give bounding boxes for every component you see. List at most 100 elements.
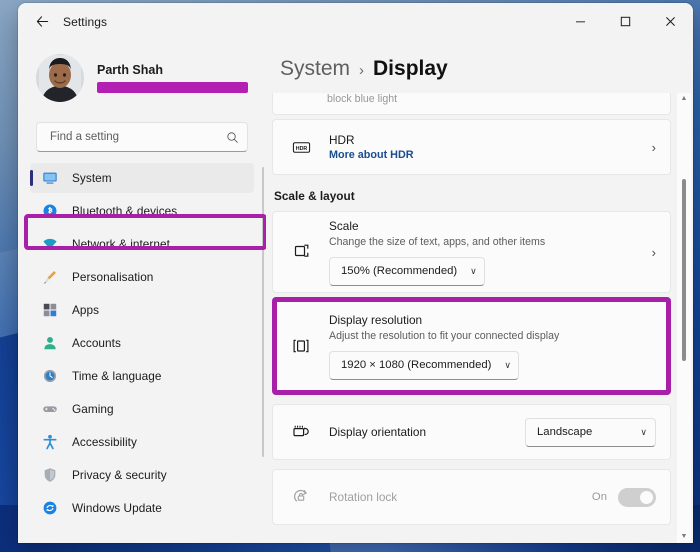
chevron-down-icon: ∨: [640, 426, 647, 437]
title-bar: Settings: [18, 3, 693, 40]
display-resolution-title: Display resolution: [329, 312, 423, 327]
content-scrollbar[interactable]: ▲ ▼: [677, 93, 691, 543]
minimize-icon: [576, 21, 585, 23]
rotation-lock-card: Rotation lock On: [272, 469, 671, 525]
display-resolution-value: 1920 × 1080 (Recommended): [341, 359, 492, 371]
breadcrumb-root[interactable]: System: [280, 57, 350, 81]
chevron-right-icon[interactable]: ›: [652, 140, 656, 155]
scroll-down-arrow-icon[interactable]: ▼: [681, 531, 688, 543]
scrollbar-track[interactable]: [677, 105, 691, 531]
sidebar-item-label: Personalisation: [72, 270, 154, 284]
night-light-card-clipped[interactable]: block blue light: [272, 93, 671, 115]
display-orientation-dropdown[interactable]: Landscape ∨: [525, 417, 656, 447]
sidebar-item-label: Apps: [72, 303, 100, 317]
resolution-icon: [290, 336, 312, 356]
sidebar-item-gaming[interactable]: Gaming: [30, 394, 254, 424]
sidebar-scrollbar[interactable]: [262, 167, 264, 457]
sidebar-item-accounts[interactable]: Accounts: [30, 328, 254, 358]
hdr-link[interactable]: More about HDR: [329, 149, 642, 161]
sidebar-item-system[interactable]: System: [30, 163, 254, 193]
breadcrumb: System › Display: [272, 40, 693, 93]
scroll-up-arrow-icon[interactable]: ▲: [681, 93, 688, 105]
chevron-right-icon: ›: [359, 62, 365, 79]
scale-card[interactable]: Scale Change the size of text, apps, and…: [272, 211, 671, 293]
display-orientation-text: Display orientation: [329, 423, 525, 441]
rotation-lock-state: On: [591, 491, 607, 503]
sidebar-item-windows-update[interactable]: Windows Update: [30, 493, 254, 523]
sidebar-item-privacy-security[interactable]: Privacy & security: [30, 460, 254, 490]
display-resolution-card[interactable]: Display resolution Adjust the resolution…: [272, 297, 671, 395]
display-orientation-card[interactable]: Display orientation Landscape ∨: [272, 404, 671, 460]
search-icon: [227, 131, 238, 143]
profile-text: Parth Shah: [97, 63, 248, 93]
sidebar-item-label: Windows Update: [72, 501, 162, 515]
sidebar-item-accessibility[interactable]: Accessibility: [30, 427, 254, 457]
back-arrow-icon: [36, 16, 48, 27]
display-resolution-row[interactable]: Display resolution Adjust the resolution…: [273, 298, 670, 394]
scale-title: Scale: [329, 218, 359, 233]
profile-email-redaction: [97, 82, 248, 93]
toggle-knob: [640, 490, 653, 504]
sidebar-item-label: Accessibility: [72, 435, 137, 449]
desktop-background: Settings Parth Shah Find a setting Syste…: [0, 0, 700, 552]
shield-icon: [41, 466, 59, 484]
scale-dropdown-value: 150% (Recommended): [341, 265, 458, 277]
clock-icon: [41, 367, 59, 385]
hdr-text: HDR More about HDR: [329, 133, 642, 161]
settings-list: block blue light HDR HDR More about HDR …: [272, 93, 693, 543]
rotation-lock-icon: [290, 487, 312, 507]
maximize-icon: [620, 16, 631, 27]
display-resolution-text: Display resolution Adjust the resolution…: [329, 313, 656, 380]
hdr-row[interactable]: HDR HDR More about HDR ›: [273, 120, 670, 174]
hdr-icon: HDR: [290, 138, 312, 157]
avatar: [36, 54, 84, 102]
hdr-title: HDR: [329, 133, 355, 147]
sidebar-item-label: Network & internet: [72, 237, 170, 251]
close-button[interactable]: [648, 3, 693, 40]
update-icon: [41, 499, 59, 517]
chevron-down-icon: ∨: [504, 359, 512, 370]
gamepad-icon: [41, 400, 59, 418]
scrollbar-thumb[interactable]: [682, 179, 686, 361]
hdr-card[interactable]: HDR HDR More about HDR ›: [272, 119, 671, 175]
accessibility-icon: [41, 433, 59, 451]
close-icon: [666, 17, 675, 26]
apps-icon: [41, 301, 59, 319]
main-content: System › Display block blue light HDR HD…: [266, 40, 693, 543]
sidebar-item-label: Accounts: [72, 336, 121, 350]
chevron-right-icon[interactable]: ›: [652, 245, 656, 260]
display-orientation-row[interactable]: Display orientation Landscape ∨: [273, 405, 670, 459]
display-resolution-wrapper: Display resolution Adjust the resolution…: [272, 297, 671, 395]
paintbrush-icon: [41, 268, 59, 286]
monitor-icon: [41, 169, 59, 187]
sidebar-item-label: Gaming: [72, 402, 114, 416]
display-resolution-subtitle: Adjust the resolution to fit your connec…: [329, 329, 560, 342]
minimize-button[interactable]: [558, 3, 603, 40]
window-body: Parth Shah Find a setting System Bluetoo…: [18, 40, 693, 543]
svg-text:HDR: HDR: [295, 145, 307, 151]
window-title: Settings: [63, 14, 108, 29]
search-box[interactable]: [36, 122, 248, 152]
display-orientation-value: Landscape: [537, 426, 593, 438]
sidebar-item-time-language[interactable]: Time & language: [30, 361, 254, 391]
user-profile[interactable]: Parth Shah: [18, 40, 266, 114]
search-container: [18, 114, 266, 152]
sidebar-item-bluetooth-devices[interactable]: Bluetooth & devices: [30, 196, 254, 226]
scale-dropdown[interactable]: 150% (Recommended) ∨: [329, 256, 485, 286]
sidebar-item-network-internet[interactable]: Network & internet: [30, 229, 254, 259]
scale-icon: [290, 242, 312, 262]
sidebar-item-label: Time & language: [72, 369, 162, 383]
sidebar-item-personalisation[interactable]: Personalisation: [30, 262, 254, 292]
section-title-scale-layout: Scale & layout: [274, 189, 355, 203]
sidebar-item-apps[interactable]: Apps: [30, 295, 254, 325]
display-resolution-dropdown[interactable]: 1920 × 1080 (Recommended) ∨: [329, 350, 520, 380]
scale-row[interactable]: Scale Change the size of text, apps, and…: [273, 212, 670, 292]
sidebar-item-label: System: [72, 171, 112, 185]
rotation-lock-text: Rotation lock: [329, 488, 592, 506]
search-input[interactable]: [48, 130, 226, 144]
scale-text: Scale Change the size of text, apps, and…: [329, 219, 642, 286]
display-orientation-title: Display orientation: [329, 425, 427, 439]
back-button[interactable]: [27, 9, 57, 35]
maximize-button[interactable]: [603, 3, 648, 40]
rotation-lock-toggle: [618, 487, 656, 507]
